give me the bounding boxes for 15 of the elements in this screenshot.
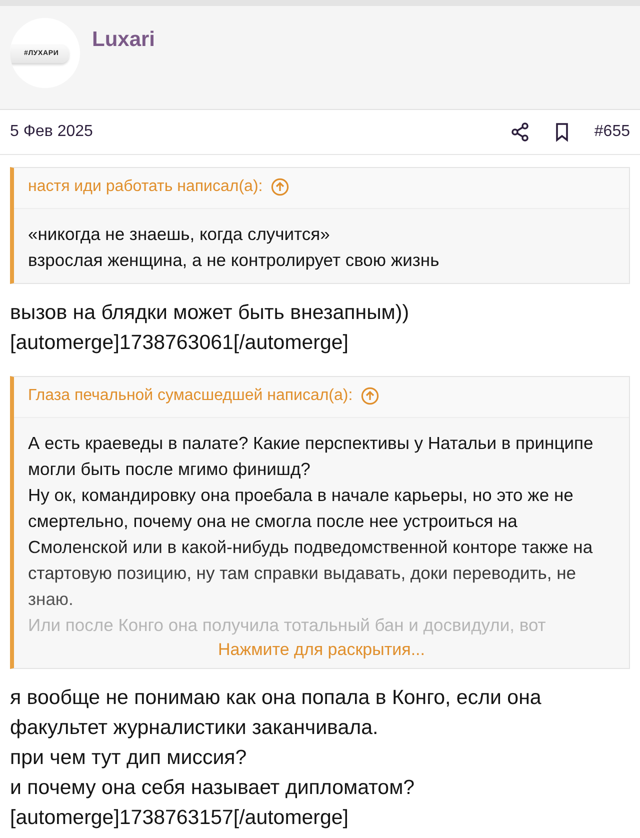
quote-text: Ну ок, командировку она проебала в начале карьеры, но это же не смертельно, почему она не смогла после нее устроиться на Смоленской или в какой-нибудь подведомственной конторе также на стартовую позицию, ну там справки выдавать, доки переводить, не знаю. [28, 484, 594, 611]
quote-text: взрослая женщина, а не контролирует свою жизнь [28, 249, 440, 272]
quote-text: А есть краеведы в палате? Какие перспективы у Натальи в принципе могли быть после мгимо финишд? [28, 432, 594, 481]
post-text: я вообще не понимаю как она попала в Конго, если она факультет журналистики заканчивала. [10, 685, 542, 741]
quote-text: «никогда не знаешь, когда случится» [28, 223, 331, 246]
post-text: [automerge]1738763157[/automerge] [10, 805, 350, 831]
post-text: при чем тут дип миссия? [10, 745, 248, 771]
share-icon[interactable] [510, 122, 530, 142]
author-name[interactable]: Luxari [92, 28, 156, 109]
post-number[interactable]: #655 [594, 123, 630, 141]
post-text: [automerge]1738763061[/automerge] [10, 330, 350, 356]
post-text: вызов на блядки может быть внезапным)) [10, 300, 410, 326]
quote-text: Или после Конго она получила тотальный бан и досвидули, вот [28, 614, 547, 637]
post-date[interactable]: 5 Фев 2025 [10, 123, 93, 141]
post-text: и почему она себя называет дипломатом? [10, 775, 416, 801]
